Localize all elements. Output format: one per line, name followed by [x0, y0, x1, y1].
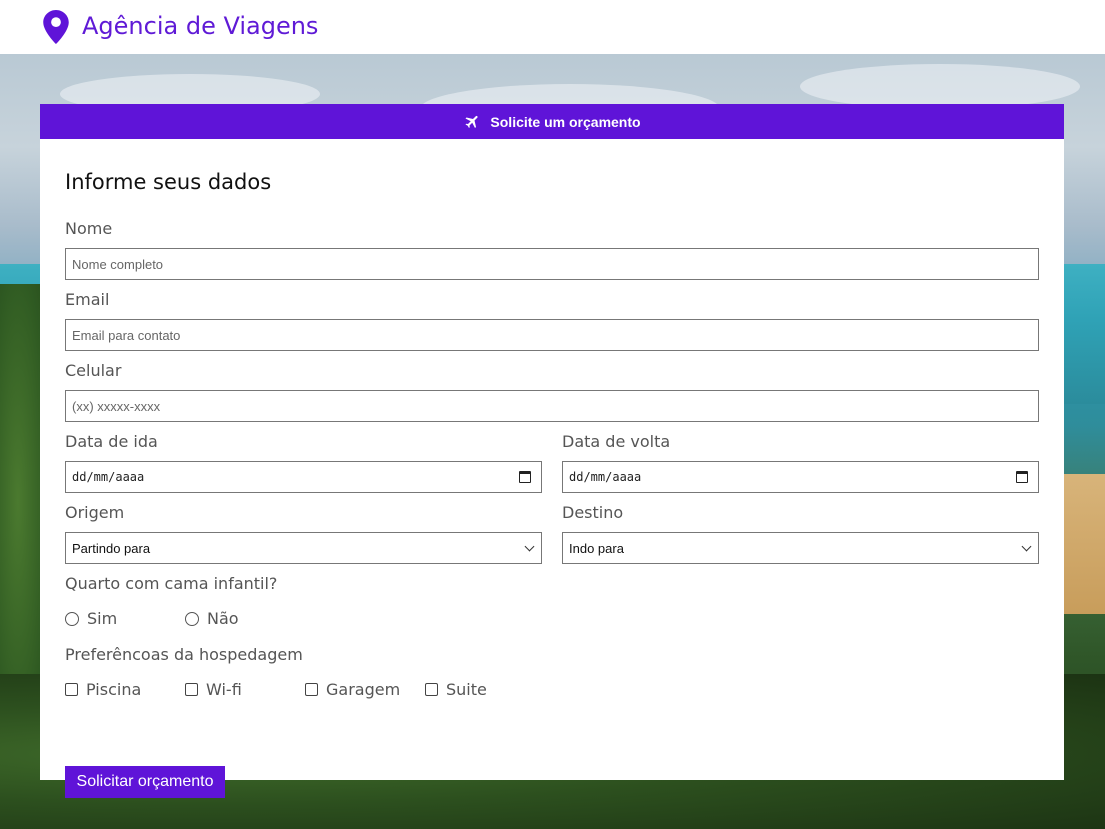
origin-value: Partindo para: [72, 540, 151, 556]
phone-input[interactable]: (xx) xxxxx-xxxx: [65, 390, 1039, 422]
checkbox-wifi[interactable]: Wi-fi: [185, 680, 242, 699]
date-back-label: Data de volta: [562, 432, 671, 451]
preferences-label: Preferêncoas da hospedagem: [65, 645, 303, 664]
phone-placeholder: (xx) xxxxx-xxxx: [72, 398, 161, 414]
email-label: Email: [65, 290, 110, 309]
chevron-down-icon: [524, 541, 535, 552]
checkbox-suite-label: Suite: [446, 680, 487, 699]
date-out-label: Data de ida: [65, 432, 158, 451]
phone-label: Celular: [65, 361, 122, 380]
checkbox-suite[interactable]: Suite: [425, 680, 487, 699]
calendar-icon[interactable]: [519, 471, 531, 483]
checkbox-box[interactable]: [65, 683, 78, 696]
checkbox-piscina[interactable]: Piscina: [65, 680, 141, 699]
checkbox-wifi-label: Wi-fi: [206, 680, 242, 699]
calendar-icon[interactable]: [1016, 471, 1028, 483]
radio-circle[interactable]: [65, 611, 79, 626]
date-out-input[interactable]: dd/mm/aaaa: [65, 461, 542, 493]
checkbox-garagem[interactable]: Garagem: [305, 680, 400, 699]
form-heading: Informe seus dados: [65, 170, 272, 194]
destination-value: Indo para: [569, 540, 624, 556]
checkbox-garagem-label: Garagem: [326, 680, 401, 699]
name-placeholder: Nome completo: [72, 256, 164, 272]
date-back-input[interactable]: dd/mm/aaaa: [562, 461, 1039, 493]
name-label: Nome: [65, 219, 113, 238]
email-input[interactable]: Email para contato: [65, 319, 1039, 351]
checkbox-box[interactable]: [305, 683, 318, 696]
date-out-value: dd/mm/aaaa: [72, 470, 145, 484]
quote-card: Solicite um orçamento Informe seus dados…: [40, 104, 1064, 798]
name-input[interactable]: Nome completo: [65, 248, 1039, 280]
chevron-down-icon: [1021, 541, 1032, 552]
radio-sim[interactable]: Sim: [65, 609, 117, 628]
airplane-icon: [465, 115, 478, 129]
brand-title[interactable]: Agência de Viagens: [82, 12, 318, 40]
origin-label: Origem: [65, 503, 125, 522]
radio-nao[interactable]: Não: [185, 609, 239, 628]
radio-nao-label: Não: [207, 609, 239, 628]
origin-select[interactable]: Partindo para: [65, 532, 542, 564]
radio-sim-label: Sim: [87, 609, 118, 628]
email-placeholder: Email para contato: [72, 327, 181, 343]
destination-label: Destino: [562, 503, 624, 522]
checkbox-box[interactable]: [425, 683, 438, 696]
destination-select[interactable]: Indo para: [562, 532, 1039, 564]
radio-circle[interactable]: [185, 611, 199, 626]
card-header-title: Solicite um orçamento: [490, 113, 641, 130]
date-back-value: dd/mm/aaaa: [569, 470, 642, 484]
checkbox-box[interactable]: [185, 683, 198, 696]
checkbox-piscina-label: Piscina: [86, 680, 142, 699]
top-bar: Agência de Viagens: [0, 0, 1105, 54]
submit-button[interactable]: Solicitar orçamento: [65, 766, 225, 798]
map-pin-icon: [43, 10, 69, 44]
card-header: Solicite um orçamento: [40, 104, 1064, 139]
child-bed-label: Quarto com cama infantil?: [65, 574, 278, 593]
